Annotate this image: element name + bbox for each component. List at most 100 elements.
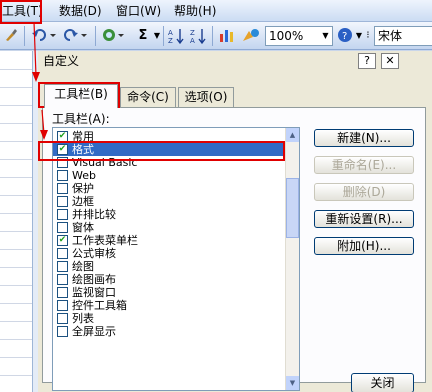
list-item[interactable]: 绘图 — [53, 260, 286, 273]
svg-text:?: ? — [342, 31, 347, 42]
list-item[interactable]: 全屏显示 — [53, 325, 286, 338]
menu-window[interactable]: 窗口(W) — [116, 3, 161, 19]
list-item-label: 控件工具箱 — [72, 299, 127, 312]
annotation-box-tools-menu — [0, 0, 42, 24]
list-item[interactable]: 控件工具箱 — [53, 299, 286, 312]
toolbars-list-label: 工具栏(A): — [52, 112, 110, 126]
reset-toolbar-button[interactable]: 重新设置(R)... — [314, 210, 414, 228]
grid-row-line — [0, 321, 32, 322]
redo-icon[interactable] — [62, 27, 90, 45]
autosum-dropdown-icon[interactable]: ▼ — [153, 27, 161, 45]
grid-row-line — [0, 123, 32, 124]
list-item[interactable]: 并排比较 — [53, 208, 286, 221]
zoom-combo[interactable]: 100% ▼ — [265, 26, 333, 46]
toolbars-list[interactable]: ✔ 常用 ✔ 格式 Visual Basic Web 保护 边框 并排比较 窗体… — [52, 127, 300, 391]
scroll-down-icon[interactable]: ▼ — [286, 376, 299, 390]
font-value: 宋体 — [378, 29, 403, 43]
list-item[interactable]: 公式审核 — [53, 247, 286, 260]
list-item-label: 边框 — [72, 195, 94, 208]
list-item-label: 保护 — [72, 182, 94, 195]
svg-text:A: A — [168, 29, 173, 37]
grid-row-line — [0, 195, 32, 196]
zoom-value: 100% — [269, 29, 304, 43]
grid-row-line — [0, 87, 32, 88]
grid-row-line — [0, 159, 32, 160]
scroll-up-icon[interactable]: ▲ — [286, 128, 299, 142]
list-item[interactable]: 保护 — [53, 182, 286, 195]
list-item-label: 公式审核 — [72, 247, 116, 260]
list-item-label: 工作表菜单栏 — [72, 234, 138, 247]
checkbox[interactable] — [57, 183, 68, 194]
help-dropdown-icon[interactable]: ▼ — [355, 27, 363, 45]
delete-toolbar-button[interactable]: 删除(D) — [314, 183, 414, 201]
list-item[interactable]: 列表 — [53, 312, 286, 325]
grid-row-line — [0, 177, 32, 178]
paint-brush-icon[interactable] — [2, 27, 20, 45]
dialog-title-bar[interactable]: 自定义 ? ✕ — [38, 51, 432, 71]
close-icon[interactable]: ✕ — [381, 53, 399, 69]
grid-row-line — [0, 213, 32, 214]
tab-options[interactable]: 选项(O) — [178, 87, 234, 107]
list-item[interactable]: 绘图画布 — [53, 273, 286, 286]
toolbar-separator — [163, 26, 164, 46]
new-toolbar-button[interactable]: 新建(N)... — [314, 129, 414, 147]
list-item[interactable]: ✔ 工作表菜单栏 — [53, 234, 286, 247]
checkbox[interactable]: ✔ — [57, 235, 68, 246]
help-icon[interactable]: ? — [336, 27, 354, 45]
grid-row-line — [0, 375, 32, 376]
checkbox[interactable] — [57, 209, 68, 220]
list-scrollbar[interactable]: ▲ ▼ — [285, 128, 299, 390]
grid-row-line — [0, 339, 32, 340]
list-item[interactable]: 监视窗口 — [53, 286, 286, 299]
sort-descending-icon[interactable]: ZA — [189, 27, 207, 45]
menu-help[interactable]: 帮助(H) — [174, 3, 216, 19]
checkbox[interactable] — [57, 287, 68, 298]
chevron-down-icon[interactable]: ▼ — [319, 27, 332, 45]
rename-toolbar-button[interactable]: 重命名(E)... — [314, 156, 414, 174]
list-item-label: 窗体 — [72, 221, 94, 234]
checkbox[interactable] — [57, 274, 68, 285]
grid-row-line — [0, 357, 32, 358]
undo-icon[interactable] — [30, 27, 58, 45]
font-combo[interactable]: 宋体 — [374, 26, 432, 46]
grid-row-line — [0, 285, 32, 286]
checkbox[interactable] — [57, 196, 68, 207]
checkbox[interactable] — [57, 170, 68, 181]
list-item[interactable]: 边框 — [53, 195, 286, 208]
autosum-icon[interactable]: Σ — [132, 27, 154, 45]
grid-row-line — [0, 249, 32, 250]
drawing-icon[interactable] — [240, 27, 262, 45]
menu-data[interactable]: 数据(D) — [59, 3, 102, 19]
scroll-thumb[interactable] — [286, 178, 299, 238]
checkbox[interactable] — [57, 326, 68, 337]
help-button[interactable]: ? — [358, 53, 376, 69]
spreadsheet-grid[interactable] — [0, 51, 32, 392]
svg-text:Z: Z — [168, 37, 173, 45]
list-item-label: 绘图 — [72, 260, 94, 273]
tab-commands[interactable]: 命令(C) — [120, 87, 176, 107]
checkbox[interactable] — [57, 248, 68, 259]
grid-row-line — [0, 267, 32, 268]
hyperlink-icon[interactable] — [100, 27, 128, 45]
toolbar-separator — [212, 26, 213, 46]
attach-toolbar-button[interactable]: 附加(H)... — [314, 237, 414, 255]
chart-wizard-icon[interactable] — [217, 27, 237, 45]
annotation-box-format-item — [38, 141, 285, 161]
checkbox[interactable] — [57, 313, 68, 324]
checkbox[interactable] — [57, 261, 68, 272]
list-item[interactable]: Web — [53, 169, 286, 182]
checkbox[interactable] — [57, 300, 68, 311]
list-item-label: 并排比较 — [72, 208, 116, 221]
toolbar-options-icon[interactable]: ⁝ — [364, 27, 372, 45]
standard-toolbar: Σ ▼ AZ ZA 100% ▼ ? ▼ ⁝ 宋体 — [0, 22, 432, 50]
list-item-label: 列表 — [72, 312, 94, 325]
customize-dialog: 自定义 ? ✕ 工具栏(B) 命令(C) 选项(O) 工具栏(A): ✔ 常用 … — [38, 51, 432, 392]
toolbar-separator — [95, 26, 96, 46]
sort-ascending-icon[interactable]: AZ — [167, 27, 185, 45]
checkbox[interactable] — [57, 222, 68, 233]
svg-text:A: A — [190, 37, 195, 45]
list-item[interactable]: 窗体 — [53, 221, 286, 234]
close-button[interactable]: 关闭 — [351, 373, 414, 392]
dialog-title: 自定义 — [43, 54, 80, 68]
tab-toolbars[interactable]: 工具栏(B) — [44, 84, 118, 108]
